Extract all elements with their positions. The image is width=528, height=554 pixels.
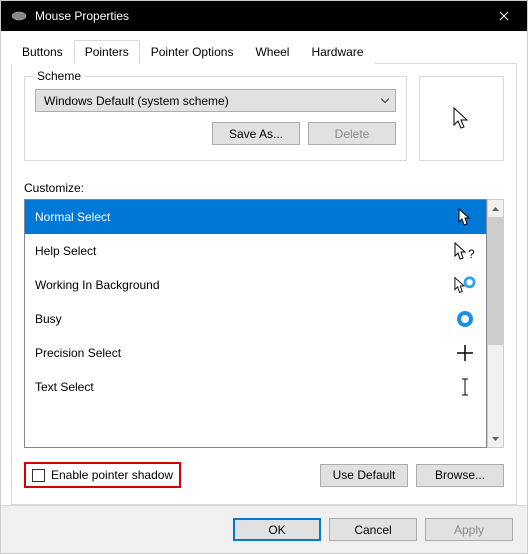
mouse-properties-window: Mouse Properties Buttons Pointers Pointe… — [0, 0, 528, 554]
customize-label: Customize: — [24, 181, 504, 195]
list-item-label: Normal Select — [35, 210, 110, 224]
list-item[interactable]: Help Select ? — [25, 234, 486, 268]
arrow-icon — [454, 208, 476, 227]
list-item-label: Busy — [35, 312, 62, 326]
svg-text:?: ? — [468, 247, 475, 261]
list-item-label: Text Select — [35, 380, 94, 394]
list-item[interactable]: Normal Select — [25, 200, 486, 234]
scheme-groupbox: Scheme Windows Default (system scheme) S… — [24, 76, 407, 161]
use-default-button[interactable]: Use Default — [320, 464, 408, 487]
delete-button: Delete — [308, 122, 396, 145]
scroll-thumb[interactable] — [488, 217, 503, 345]
scroll-track[interactable] — [488, 217, 503, 430]
listbox-scrollbar[interactable] — [487, 199, 504, 448]
list-item-label: Help Select — [35, 244, 96, 258]
list-item[interactable]: Working In Background — [25, 268, 486, 302]
cancel-button[interactable]: Cancel — [329, 518, 417, 541]
arrow-help-icon: ? — [454, 242, 476, 261]
ibeam-icon — [454, 378, 476, 396]
window-title: Mouse Properties — [35, 9, 481, 23]
ok-button[interactable]: OK — [233, 518, 321, 541]
apply-button: Apply — [425, 518, 513, 541]
cursor-listbox[interactable]: Normal Select Help Select ? Working In B… — [24, 199, 487, 448]
pointers-page: Scheme Windows Default (system scheme) S… — [11, 64, 517, 505]
tab-pointer-options[interactable]: Pointer Options — [140, 40, 245, 64]
tab-wheel[interactable]: Wheel — [244, 40, 300, 64]
list-item-label: Precision Select — [35, 346, 121, 360]
enable-pointer-shadow-label: Enable pointer shadow — [51, 468, 173, 482]
scheme-combobox[interactable]: Windows Default (system scheme) — [35, 89, 396, 112]
arrow-icon — [453, 107, 471, 131]
save-as-button[interactable]: Save As... — [212, 122, 300, 145]
scroll-down-button[interactable] — [488, 430, 503, 447]
browse-button[interactable]: Browse... — [416, 464, 504, 487]
list-item[interactable]: Precision Select — [25, 336, 486, 370]
cross-icon — [454, 344, 476, 362]
dialog-body: Buttons Pointers Pointer Options Wheel H… — [1, 31, 527, 505]
scheme-selected: Windows Default (system scheme) — [44, 94, 229, 108]
dialog-footer: OK Cancel Apply — [1, 505, 527, 553]
mouse-icon — [11, 8, 27, 24]
scroll-up-button[interactable] — [488, 200, 503, 217]
titlebar: Mouse Properties — [1, 1, 527, 31]
enable-pointer-shadow-highlight: Enable pointer shadow — [24, 462, 181, 488]
list-item[interactable]: Busy — [25, 302, 486, 336]
list-item-label: Working In Background — [35, 278, 160, 292]
enable-pointer-shadow-checkbox[interactable] — [32, 469, 45, 482]
tab-strip: Buttons Pointers Pointer Options Wheel H… — [11, 39, 517, 64]
tab-pointers[interactable]: Pointers — [74, 40, 140, 64]
ring-icon — [454, 310, 476, 328]
arrow-ring-icon — [454, 276, 476, 295]
list-item[interactable]: Text Select — [25, 370, 486, 404]
cursor-preview — [419, 76, 504, 161]
tab-hardware[interactable]: Hardware — [300, 40, 374, 64]
tab-buttons[interactable]: Buttons — [11, 40, 74, 64]
scheme-legend: Scheme — [33, 69, 85, 83]
chevron-down-icon — [381, 98, 389, 103]
close-button[interactable] — [481, 1, 527, 31]
